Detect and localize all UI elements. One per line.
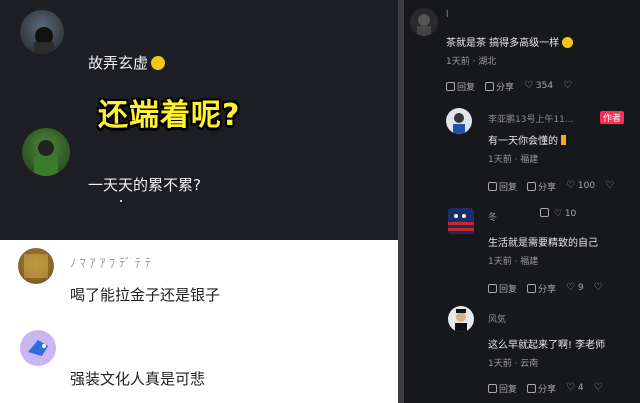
- heart-icon: ♡: [524, 80, 533, 91]
- avatar[interactable]: [446, 108, 472, 134]
- username-label: 冬: [488, 213, 498, 223]
- reply-label: 回复: [499, 285, 518, 295]
- action-bar: 回复 分享 ♡ 4 ♡: [488, 382, 603, 395]
- broken-heart-icon: ♡: [605, 180, 615, 191]
- avatar[interactable]: [448, 208, 474, 234]
- share-label: 分享: [538, 385, 557, 395]
- share-icon: [527, 284, 537, 293]
- avatar-image-icon: [417, 14, 431, 36]
- author-badge: 作者: [600, 111, 625, 124]
- dislike-button[interactable]: ♡: [594, 382, 603, 395]
- share-icon: [540, 208, 549, 217]
- username-label: 李亚鹏13号上午11...: [488, 115, 574, 125]
- avatar-image-icon: [455, 309, 467, 332]
- broken-heart-icon: ♡: [563, 80, 573, 91]
- broken-heart-icon: ♡: [593, 282, 603, 293]
- share-label: 分享: [496, 83, 515, 93]
- comment-text-content: 有一天你会懂的: [488, 136, 558, 147]
- comment-meta: 1天前 · 湖北: [446, 57, 497, 67]
- comment-meta: 1天前 · 云南: [488, 359, 539, 369]
- reply-button[interactable]: 回复: [446, 80, 475, 93]
- avatar[interactable]: [20, 10, 64, 54]
- reply-label: 回复: [457, 83, 476, 93]
- heart-icon: ♡: [566, 282, 575, 293]
- comment-icon: [488, 182, 497, 191]
- dot-divider: [120, 200, 122, 202]
- share-button[interactable]: 分享: [527, 180, 556, 193]
- reply-button[interactable]: 回复: [488, 382, 517, 395]
- avatar[interactable]: [410, 8, 438, 36]
- username-label: l: [446, 10, 449, 20]
- comment-text: 故弄玄虚: [88, 52, 166, 73]
- heart-icon: ♡: [566, 180, 575, 191]
- share-icon: [485, 82, 495, 91]
- comment-text-4: 强装文化人真是可悲: [70, 370, 206, 388]
- username-label: ﾉ ﾏ ｱ ｱ ﾌ ﾃﾞ ﾃ ﾃ: [70, 256, 151, 270]
- comment-text-content: 茶就是茶 搞得多高级一样: [446, 38, 560, 49]
- like-count: 100: [577, 181, 596, 191]
- laughing-emoji-icon: [151, 56, 166, 70]
- dislike-button[interactable]: ♡: [594, 282, 603, 295]
- share-icon: [527, 182, 537, 191]
- dislike-button[interactable]: ♡: [605, 180, 614, 193]
- comment-text-1: 故弄玄虚: [88, 54, 149, 72]
- username-label: 风気: [488, 315, 507, 325]
- comment-text-2: 一天天的累不累?: [88, 176, 201, 194]
- share-button[interactable]: 分享: [485, 80, 514, 93]
- comment-text: 生活就是需要精致的自己: [488, 238, 598, 249]
- like-button[interactable]: ♡ 100: [566, 180, 595, 193]
- share-label: 分享: [538, 285, 557, 295]
- reply-button[interactable]: 回复: [488, 282, 517, 295]
- comment-meta: 1天前 · 福建: [488, 257, 539, 267]
- comment-icon: [446, 82, 455, 91]
- comment-text: 茶就是茶 搞得多高级一样: [446, 34, 574, 49]
- comment-icon: [488, 384, 497, 393]
- share-button[interactable]: 分享: [527, 382, 556, 395]
- avatar-image-icon: [24, 254, 48, 278]
- reply-button[interactable]: 回复: [488, 180, 517, 193]
- broken-heart-icon: ♡: [593, 382, 603, 393]
- avatar[interactable]: [18, 248, 54, 284]
- avatar-image-icon: [34, 27, 54, 54]
- avatar-image-icon: [453, 113, 465, 134]
- like-count: 354: [535, 81, 554, 91]
- overlay-caption: 还端着呢?: [98, 98, 241, 133]
- like-count-overlay: 10: [564, 209, 577, 219]
- comment-icon: [488, 284, 497, 293]
- action-bar: 回复 分享 ♡ 354 ♡: [446, 80, 572, 93]
- like-count: 4: [577, 383, 584, 393]
- comment-text: 这么早就起来了啊! 李老师: [488, 340, 606, 351]
- share-button[interactable]: 分享: [527, 282, 556, 295]
- thumb-emoji-icon: [561, 135, 566, 145]
- blue-bird-icon: [28, 340, 48, 356]
- like-button[interactable]: ♡ 9: [566, 282, 584, 295]
- like-button[interactable]: ♡ 4: [566, 382, 584, 395]
- like-button[interactable]: ♡ 354: [524, 80, 553, 93]
- share-label: 分享: [538, 183, 557, 193]
- action-bar: 回复 分享 ♡ 9 ♡: [488, 282, 603, 295]
- comment-text-3: 喝了能拉金子还是银子: [70, 286, 221, 304]
- heart-icon: ♡: [553, 209, 562, 219]
- avatar[interactable]: [448, 306, 474, 332]
- flag-icon: [448, 214, 474, 231]
- avatar[interactable]: [20, 330, 56, 366]
- reply-label: 回复: [499, 183, 518, 193]
- reply-label: 回复: [499, 385, 518, 395]
- laughing-emoji-icon: [562, 37, 574, 48]
- avatar-image-icon: [34, 140, 58, 176]
- heart-icon: ♡: [566, 382, 575, 393]
- share-icon: [527, 384, 537, 393]
- comment-meta: 1天前 · 福建: [488, 155, 539, 165]
- floating-action-overlay: ♡ 10: [540, 208, 576, 219]
- dislike-button[interactable]: ♡: [563, 80, 572, 93]
- action-bar: 回复 分享 ♡ 100 ♡: [488, 180, 614, 193]
- like-count: 9: [577, 283, 584, 293]
- comment-text: 有一天你会懂的: [488, 132, 566, 147]
- avatar[interactable]: [22, 128, 70, 176]
